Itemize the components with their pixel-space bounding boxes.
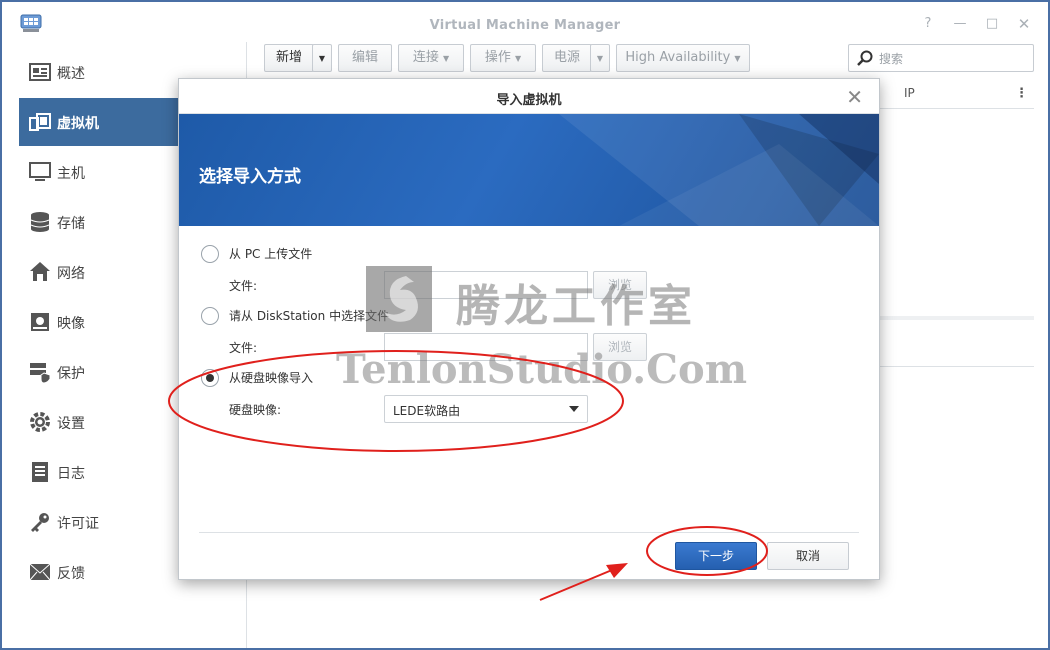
power-dropdown-button[interactable]: ▼ [590,44,610,72]
disk-image-label: 硬盘映像: [229,403,282,417]
file-label: 文件: [229,279,258,293]
chevron-down-icon: ▼ [596,54,604,63]
option-label: 从硬盘映像导入 [229,371,314,385]
cancel-button[interactable]: 取消 [767,542,849,570]
sidebar-item-label: 设置 [57,416,85,432]
protection-icon [30,363,51,383]
edit-button[interactable]: 编辑 [338,44,392,72]
chevron-down-icon [569,406,579,412]
watermark-logo [366,266,432,332]
power-button[interactable]: 电源 [542,44,592,72]
sidebar-item-label: 存储 [57,216,85,232]
gear-icon [30,412,50,432]
sidebar-item-network[interactable]: 网络 [19,248,179,296]
disk-image-select[interactable]: LEDE软路由 [384,395,588,423]
sidebar-item-storage[interactable]: 存储 [19,198,179,246]
dialog-header: 导入虚拟机 ✕ [179,79,879,114]
image-icon [31,313,49,331]
sidebar-item-image[interactable]: 映像 [19,298,179,346]
window-title: Virtual Machine Manager [429,18,621,33]
connect-button[interactable]: 连接 ▼ [398,44,464,72]
option-label: 从 PC 上传文件 [229,247,313,261]
connect-label: 连接 [412,50,439,65]
search-icon [857,50,873,66]
sidebar-item-settings[interactable]: 设置 [19,398,179,446]
app-window: Virtual Machine Manager ? — □ ✕ 概述 虚拟机 主… [0,0,1050,650]
create-button[interactable]: 新增 [264,44,314,72]
ha-label: High Availability [625,50,731,65]
radio-from-diskstation[interactable] [201,307,219,325]
watermark-cn: 腾龙工作室 [456,281,696,332]
sidebar-item-label: 映像 [57,316,85,332]
dialog-divider [199,532,859,533]
network-icon [30,262,50,281]
search-placeholder: 搜索 [879,52,904,66]
grid-header: IP ⋮ [878,80,1034,109]
key-icon [31,513,49,532]
close-icon[interactable]: ✕ [1016,16,1032,32]
title-bar: Virtual Machine Manager ? — □ ✕ [2,2,1048,42]
log-icon [32,462,48,482]
virtual-machine-icon [29,113,51,131]
file-label: 文件: [229,341,258,355]
sidebar-item-host[interactable]: 主机 [19,148,179,196]
sidebar-item-label: 概述 [57,66,85,82]
watermark-en: TenlonStudio.Com [336,346,748,393]
dragon-logo-icon [384,276,418,322]
sidebar-item-protection[interactable]: 保护 [19,348,179,396]
minimize-icon[interactable]: — [952,16,968,32]
sidebar-item-feedback[interactable]: 反馈 [19,548,179,596]
chevron-down-icon: ▼ [515,54,522,63]
storage-icon [30,212,50,232]
sidebar-item-overview[interactable]: 概述 [19,48,179,96]
sidebar-item-label: 主机 [57,166,85,182]
chevron-down-icon: ▼ [318,54,326,63]
sidebar-item-label: 虚拟机 [57,116,99,132]
maximize-icon[interactable]: □ [984,16,1000,32]
dialog-heading: 选择导入方式 [199,167,301,187]
search-input[interactable]: 搜索 [848,44,1034,72]
sidebar-item-log[interactable]: 日志 [19,448,179,496]
action-button[interactable]: 操作 ▼ [470,44,536,72]
sidebar-item-license[interactable]: 许可证 [19,498,179,546]
column-header-ip[interactable]: IP [904,86,915,100]
close-icon[interactable]: ✕ [846,85,863,109]
grid-divider [878,316,1034,320]
sidebar-item-label: 保护 [57,366,85,382]
mail-icon [29,563,51,581]
chevron-down-icon: ▼ [443,54,450,63]
radio-from-disk-image[interactable] [201,369,219,387]
overview-icon [29,63,51,81]
action-label: 操作 [484,50,511,65]
create-dropdown-button[interactable]: ▼ [312,44,332,72]
chevron-down-icon: ▼ [734,54,741,63]
dialog-title: 导入虚拟机 [496,93,562,108]
disk-image-value: LEDE软路由 [393,404,461,418]
sidebar-item-label: 许可证 [57,516,99,532]
dialog-banner: 选择导入方式 [179,114,879,226]
sidebar-item-label: 网络 [57,266,85,282]
host-icon [29,162,51,181]
help-icon[interactable]: ? [920,16,936,32]
column-menu-icon[interactable]: ⋮ [1015,86,1028,101]
next-button[interactable]: 下一步 [675,542,757,570]
grid-divider [878,366,1034,367]
sidebar-item-label: 反馈 [57,566,85,582]
sidebar-item-virtual-machine[interactable]: 虚拟机 [19,98,179,146]
high-availability-button[interactable]: High Availability ▼ [616,44,750,72]
sidebar-item-label: 日志 [57,466,85,482]
radio-upload-from-pc[interactable] [201,245,219,263]
